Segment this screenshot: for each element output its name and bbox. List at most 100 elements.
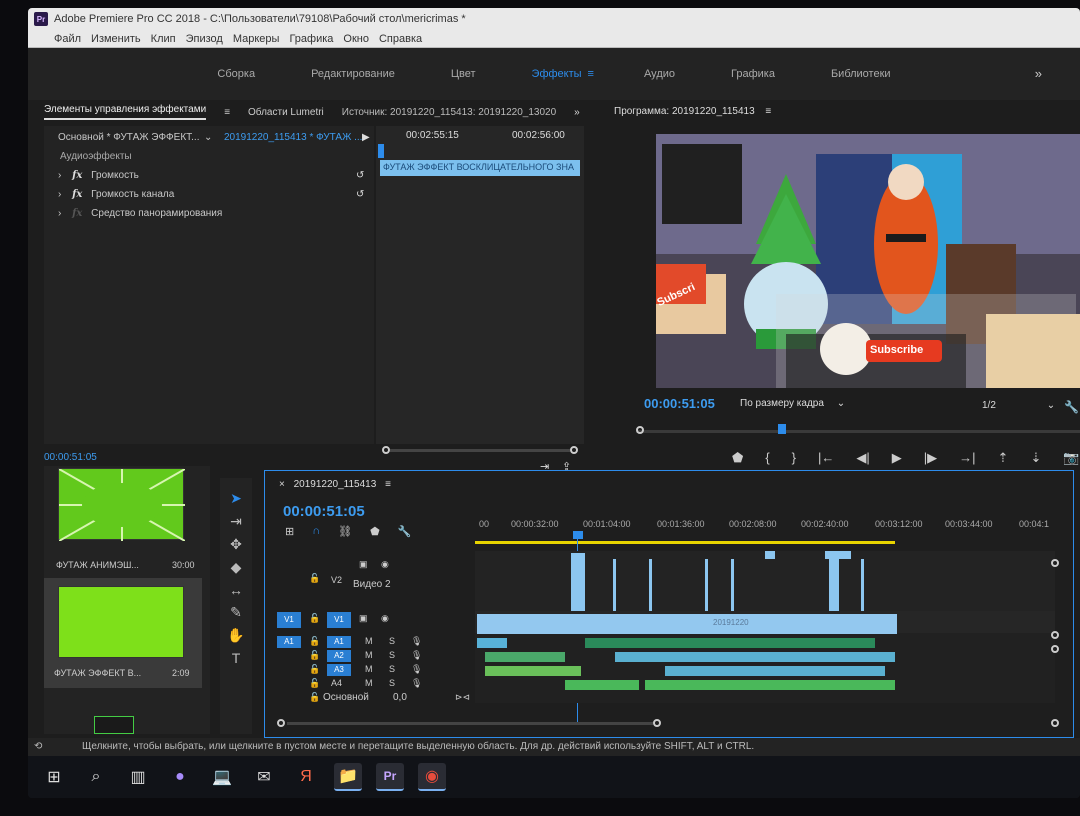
fx-icon[interactable]: fx (72, 170, 82, 181)
fit-dropdown[interactable]: По размеру кадра ⌄ (740, 398, 845, 409)
menu-window[interactable]: Окно (343, 33, 369, 45)
expand-panels-icon[interactable]: » (574, 107, 580, 118)
assistant-icon[interactable]: ● (166, 763, 194, 791)
reset-icon[interactable]: ↺ (356, 170, 364, 181)
audio-waveform-icon[interactable] (94, 716, 134, 734)
effect-controls-timecode[interactable]: 00:00:51:05 (44, 452, 97, 463)
workspace-graphics[interactable]: Графика (703, 68, 803, 80)
go-to-in-icon[interactable]: |← (818, 450, 834, 466)
v2-clip[interactable] (705, 559, 708, 611)
work-area-bar[interactable] (475, 541, 895, 544)
timeline-timecode[interactable]: 00:00:51:05 (283, 503, 365, 520)
razor-tool-icon[interactable]: ◆ (231, 559, 242, 576)
step-back-icon[interactable]: ◀| (856, 450, 869, 466)
reset-icon[interactable]: ↺ (356, 189, 364, 200)
effect-row-channel-volume[interactable]: › fx Громкость канала (58, 189, 174, 200)
menu-markers[interactable]: Маркеры (233, 33, 280, 45)
camera-icon[interactable]: 📷 (1063, 450, 1079, 466)
resolution-dropdown[interactable]: 1/2 ⌄ (982, 400, 1055, 411)
v2-clip[interactable] (825, 551, 851, 559)
scroll-handle[interactable] (1051, 559, 1059, 567)
more-workspaces-icon[interactable]: » (1035, 66, 1042, 81)
microphone-icon[interactable]: 🎙 (411, 678, 422, 689)
effect-row-panner[interactable]: › fx Средство панорамирования (58, 208, 222, 219)
close-icon[interactable]: × (279, 479, 285, 490)
mark-out-icon[interactable]: } (792, 450, 796, 466)
track-target-a3[interactable]: A3 (327, 664, 351, 676)
toggle-output-icon[interactable]: ▣ (359, 559, 368, 570)
microphone-icon[interactable]: 🎙 (411, 650, 422, 661)
menu-edit[interactable]: Изменить (91, 33, 141, 45)
v1-clip[interactable]: 20191220 (477, 614, 897, 634)
add-marker-icon[interactable]: ⬟ (370, 525, 380, 538)
fx-icon[interactable]: fx (72, 208, 82, 219)
panel-menu-icon[interactable]: ≡ (385, 479, 391, 490)
play-only-icon[interactable]: ▶ (362, 132, 370, 143)
v2-clip[interactable] (613, 559, 616, 611)
solo-button[interactable]: S (389, 678, 395, 688)
lock-icon[interactable]: 🔓 (309, 692, 320, 703)
lock-icon[interactable]: 🔓 (309, 678, 320, 689)
tab-effect-controls[interactable]: Элементы управления эффектами (44, 104, 207, 120)
solo-button[interactable]: S (389, 664, 395, 674)
menu-file[interactable]: Файл (54, 33, 81, 45)
linked-selection-icon[interactable]: ⛓ (338, 525, 352, 538)
play-icon[interactable]: ▶ (892, 450, 902, 466)
step-forward-icon[interactable]: |▶ (924, 450, 937, 466)
ec-clip-bar[interactable]: ФУТАЖ ЭФФЕКТ ВОСКЛИЦАТЕЛЬНОГО ЗНА (380, 160, 580, 176)
workspace-libraries[interactable]: Библиотеки (803, 68, 919, 80)
menu-graphics[interactable]: Графика (289, 33, 333, 45)
v2-track-lane[interactable] (475, 551, 1055, 611)
scroll-handle-right[interactable] (570, 446, 578, 454)
expand-arrow-icon[interactable]: › (58, 189, 61, 200)
extract-icon[interactable]: ⇣ (1030, 450, 1041, 466)
audio-clip[interactable] (645, 680, 895, 690)
file-explorer-icon[interactable]: 📁 (334, 763, 362, 791)
menu-clip[interactable]: Клип (151, 33, 176, 45)
tab-source[interactable]: Источник: 20191220_115413: 20191220_1302… (342, 107, 556, 118)
panel-menu-icon[interactable]: ≡ (224, 107, 230, 118)
marker-icon[interactable]: ⬟ (732, 450, 743, 466)
expand-arrow-icon[interactable]: › (58, 208, 61, 219)
audio-clip[interactable] (485, 652, 565, 662)
chevron-down-icon[interactable]: ⌄ (204, 132, 212, 143)
windows-start-icon[interactable]: ⊞ (40, 763, 68, 791)
lift-icon[interactable]: ⇡ (998, 450, 1009, 466)
workspace-color[interactable]: Цвет (423, 68, 504, 80)
workspace-menu-icon[interactable]: ≡ (588, 68, 594, 80)
scroll-handle[interactable] (1051, 645, 1059, 653)
toggle-output-icon[interactable]: ▣ (359, 613, 368, 624)
program-playhead[interactable] (778, 424, 786, 434)
lock-icon[interactable]: 🔓 (309, 664, 320, 675)
effect-row-volume[interactable]: › fx Громкость (58, 170, 139, 181)
expand-arrow-icon[interactable]: › (58, 170, 61, 181)
scroll-handle[interactable] (1051, 719, 1059, 727)
type-tool-icon[interactable]: T (232, 650, 241, 666)
sequence-clip-label[interactable]: 20191220_115413 * ФУТАЖ ... (224, 132, 362, 143)
microphone-icon[interactable]: 🎙 (411, 636, 422, 647)
mark-in-icon[interactable]: { (765, 450, 769, 466)
lock-icon[interactable]: 🔓 (309, 613, 320, 624)
timeline-scrollbar[interactable] (287, 722, 653, 725)
audio-clip[interactable] (615, 652, 895, 662)
solo-button[interactable]: S (389, 650, 395, 660)
ec-playhead[interactable] (378, 144, 384, 158)
track-target-a1[interactable]: A1 (327, 636, 351, 648)
hand-tool-icon[interactable]: ✋ (227, 627, 244, 644)
lock-icon[interactable]: 🔓 (309, 636, 320, 647)
yandex-browser-icon[interactable]: Я (292, 763, 320, 791)
v2-clip[interactable] (731, 559, 734, 611)
master-volume-value[interactable]: 0,0 (393, 692, 407, 703)
go-to-end-icon[interactable]: ⊳⊲ (455, 692, 470, 703)
chrome-icon[interactable]: ◉ (418, 763, 446, 791)
ec-scrollbar[interactable] (390, 449, 570, 452)
selection-tool-icon[interactable]: ➤ (230, 490, 242, 507)
v2-clip[interactable] (649, 559, 652, 611)
track-select-tool-icon[interactable]: ⇥ (230, 513, 242, 530)
audio-clip[interactable] (565, 680, 639, 690)
task-view-icon[interactable]: ▥ (124, 763, 152, 791)
scroll-handle[interactable] (1051, 631, 1059, 639)
snap-icon[interactable]: ∩ (312, 525, 320, 538)
audio-clip[interactable] (665, 666, 885, 676)
lock-icon[interactable]: 🔓 (309, 573, 320, 584)
